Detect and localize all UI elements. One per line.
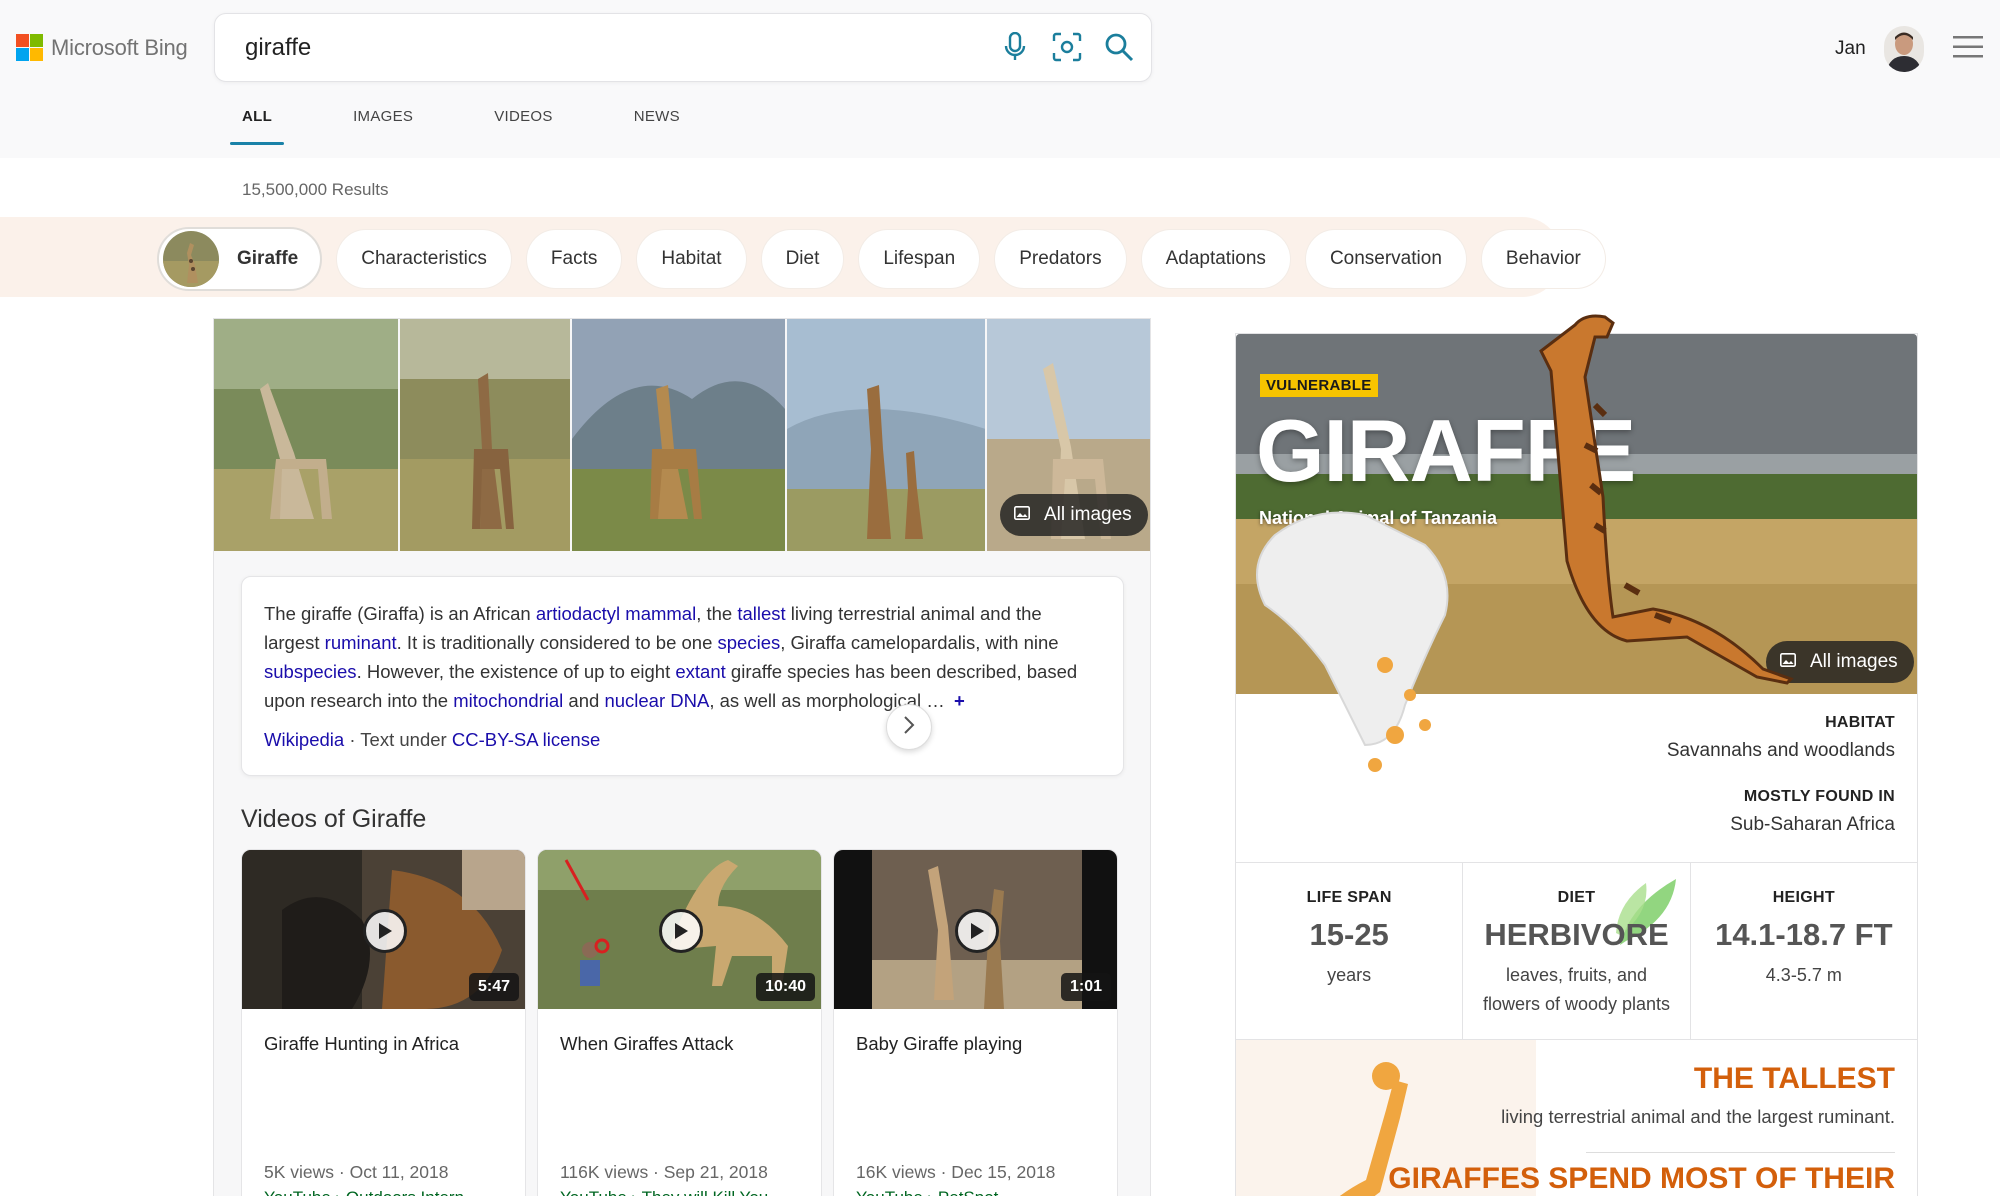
search-input[interactable] bbox=[245, 32, 945, 64]
search-icon[interactable] bbox=[1103, 29, 1135, 65]
play-icon bbox=[363, 909, 407, 953]
chip-behavior[interactable]: Behavior bbox=[1480, 229, 1606, 289]
gallery-image[interactable] bbox=[786, 319, 986, 551]
all-images-label: All images bbox=[1044, 504, 1132, 525]
all-images-button[interactable]: All images bbox=[1000, 494, 1148, 536]
video-source[interactable]: YouTube › PetSpot bbox=[856, 1188, 998, 1196]
chip-lifespan[interactable]: Lifespan bbox=[858, 229, 981, 289]
link-extant[interactable]: extant bbox=[675, 661, 725, 682]
video-card[interactable]: 10:40 When Giraffes Attack 116K views · … bbox=[537, 849, 822, 1196]
tab-news[interactable]: NEWS bbox=[622, 106, 692, 125]
stats-row: LIFE SPAN 15-25 years DIET HERBIVORE lea… bbox=[1236, 862, 1917, 1040]
video-meta: 16K views · Dec 15, 2018 bbox=[856, 1162, 1056, 1182]
description-text: The giraffe (Giraffa) is an African arti… bbox=[264, 603, 1078, 711]
chip-conservation[interactable]: Conservation bbox=[1304, 229, 1467, 289]
gallery-image[interactable] bbox=[399, 319, 571, 551]
video-duration: 1:01 bbox=[1060, 973, 1111, 1001]
video-thumbnail[interactable]: 5:47 bbox=[242, 850, 525, 1009]
video-title[interactable]: When Giraffes Attack bbox=[560, 1033, 733, 1055]
divider bbox=[1586, 1152, 1895, 1153]
video-meta: 5K views · Oct 11, 2018 bbox=[264, 1162, 449, 1182]
video-card[interactable]: 1:01 Baby Giraffe playing 16K views · De… bbox=[833, 849, 1118, 1196]
chevron-right-icon bbox=[903, 715, 915, 740]
hamburger-menu-icon[interactable] bbox=[1953, 35, 1983, 59]
video-source[interactable]: YouTube › They will Kill You bbox=[560, 1188, 768, 1196]
video-title[interactable]: Baby Giraffe playing bbox=[856, 1033, 1022, 1055]
image-gallery: All images bbox=[214, 319, 1151, 551]
video-meta: 116K views · Sep 21, 2018 bbox=[560, 1162, 768, 1182]
link-nuclear-dna[interactable]: nuclear DNA bbox=[604, 690, 709, 711]
expand-more-button[interactable]: + bbox=[954, 690, 965, 711]
chip-habitat[interactable]: Habitat bbox=[636, 229, 747, 289]
user-account[interactable]: Jan bbox=[1835, 26, 1924, 72]
chip-diet[interactable]: Diet bbox=[760, 229, 845, 289]
giraffe-thumbnail bbox=[163, 231, 219, 287]
brand-name: Microsoft Bing bbox=[51, 34, 188, 60]
user-name: Jan bbox=[1835, 38, 1866, 59]
source-line: Wikipedia · Text under CC-BY-SA license bbox=[264, 729, 601, 750]
chip-adaptations[interactable]: Adaptations bbox=[1140, 229, 1291, 289]
visual-search-icon[interactable] bbox=[1051, 29, 1083, 65]
chip-characteristics[interactable]: Characteristics bbox=[336, 229, 512, 289]
chip-giraffe[interactable]: Giraffe bbox=[157, 227, 323, 291]
play-icon bbox=[659, 909, 703, 953]
link-artiodactyl[interactable]: artiodactyl bbox=[536, 603, 620, 624]
video-duration: 5:47 bbox=[468, 973, 519, 1001]
link-ruminant[interactable]: ruminant bbox=[325, 632, 397, 653]
header: Microsoft Bing Jan bbox=[0, 0, 2000, 158]
carousel-next-button[interactable] bbox=[886, 704, 932, 750]
description-card: The giraffe (Giraffa) is an African arti… bbox=[241, 576, 1124, 776]
giraffe-illustration bbox=[1256, 314, 1794, 772]
tab-images[interactable]: IMAGES bbox=[341, 106, 425, 125]
fact-title-2: GIRAFFES SPEND MOST OF THEIR bbox=[1388, 1162, 1895, 1195]
chip-facts[interactable]: Facts bbox=[525, 229, 623, 289]
avatar[interactable] bbox=[1883, 26, 1924, 72]
stat-lifespan: LIFE SPAN 15-25 years bbox=[1236, 863, 1464, 1039]
videos-carousel: 5:47 Giraffe Hunting in Africa 5K views … bbox=[241, 849, 1129, 1196]
license-link[interactable]: CC-BY-SA license bbox=[452, 729, 600, 750]
link-mammal[interactable]: mammal bbox=[625, 603, 696, 624]
video-thumbnail[interactable]: 10:40 bbox=[538, 850, 821, 1009]
play-icon bbox=[955, 909, 999, 953]
link-species[interactable]: species bbox=[718, 632, 781, 653]
fact-title: THE TALLEST bbox=[1693, 1062, 1895, 1095]
main-answer-card: All images The giraffe (Giraffa) is an A… bbox=[213, 318, 1151, 1196]
chip-label: Giraffe bbox=[237, 248, 299, 269]
videos-heading: Videos of Giraffe bbox=[241, 805, 427, 833]
stat-diet: DIET HERBIVORE leaves, fruits, and flowe… bbox=[1463, 863, 1691, 1039]
video-title[interactable]: Giraffe Hunting in Africa bbox=[264, 1033, 459, 1055]
wikipedia-link[interactable]: Wikipedia bbox=[264, 729, 344, 750]
gallery-image[interactable] bbox=[572, 319, 785, 551]
stat-height: HEIGHT 14.1-18.7 FT 4.3-5.7 m bbox=[1715, 889, 1893, 985]
search-tabs: ALL IMAGES VIDEOS NEWS bbox=[230, 106, 749, 145]
video-source[interactable]: YouTube › Outdoors Intern… bbox=[264, 1188, 481, 1196]
gallery-image[interactable] bbox=[214, 319, 398, 551]
link-tallest[interactable]: tallest bbox=[737, 603, 785, 624]
results-count: 15,500,000 Results bbox=[242, 180, 389, 199]
bing-logo[interactable]: Microsoft Bing bbox=[16, 34, 188, 61]
link-subspecies[interactable]: subspecies bbox=[264, 661, 357, 682]
search-box bbox=[214, 13, 1152, 82]
video-thumbnail[interactable]: 1:01 bbox=[834, 850, 1117, 1009]
tab-videos[interactable]: VIDEOS bbox=[482, 106, 564, 125]
microphone-icon[interactable] bbox=[999, 29, 1031, 65]
chip-predators[interactable]: Predators bbox=[994, 229, 1127, 289]
link-mitochondrial[interactable]: mitochondrial bbox=[453, 690, 563, 711]
tab-all[interactable]: ALL bbox=[230, 106, 285, 145]
video-card[interactable]: 5:47 Giraffe Hunting in Africa 5K views … bbox=[241, 849, 526, 1196]
microsoft-logo-icon bbox=[16, 34, 43, 61]
fact-text: living terrestrial animal and the larges… bbox=[1501, 1106, 1895, 1127]
video-duration: 10:40 bbox=[756, 973, 815, 1001]
facts-section: THE TALLEST living terrestrial animal an… bbox=[1236, 1040, 1917, 1196]
image-icon bbox=[1014, 504, 1030, 526]
bing-results-page: Microsoft Bing Jan bbox=[0, 0, 2000, 1196]
